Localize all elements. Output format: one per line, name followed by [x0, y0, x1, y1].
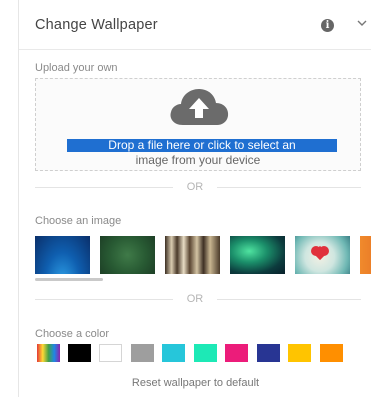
- wallpaper-thumb-blue-ocean[interactable]: [35, 236, 90, 274]
- upload-dropzone[interactable]: Drop a file here or click to select an i…: [35, 78, 361, 171]
- wallpaper-thumb-partial[interactable]: [360, 236, 371, 274]
- scrollbar-thumb[interactable]: [35, 278, 103, 281]
- wallpaper-panel: Change Wallpaper i Upload your own Drop …: [18, 0, 371, 397]
- upload-section-label: Upload your own: [35, 62, 118, 74]
- divider-line: [217, 299, 361, 300]
- upload-instruction-line2: image from your device: [135, 153, 261, 167]
- panel-header: Change Wallpaper i: [19, 0, 371, 50]
- wallpaper-thumb-heart[interactable]: [295, 236, 350, 274]
- swatch-teal[interactable]: [194, 344, 217, 362]
- swatch-orange[interactable]: [320, 344, 343, 362]
- swatch-gray[interactable]: [131, 344, 154, 362]
- or-divider-text: OR: [186, 181, 204, 193]
- divider-line: [217, 187, 361, 188]
- wallpaper-thumb-green-texture[interactable]: [100, 236, 155, 274]
- images-section-label: Choose an image: [35, 215, 122, 227]
- swatch-navy[interactable]: [257, 344, 280, 362]
- swatch-yellow[interactable]: [288, 344, 311, 362]
- thumbnail-scrollbar[interactable]: [35, 278, 371, 281]
- swatch-cyan[interactable]: [162, 344, 185, 362]
- swatch-white[interactable]: [99, 344, 122, 362]
- upload-instruction-line1: Drop a file here or click to select an: [67, 139, 337, 152]
- wallpaper-thumb-aurora[interactable]: [230, 236, 285, 274]
- or-divider-text: OR: [186, 293, 204, 305]
- divider-line: [35, 299, 173, 300]
- colors-section-label: Choose a color: [35, 328, 109, 340]
- chevron-down-icon[interactable]: [355, 16, 369, 30]
- color-swatch-row: [35, 344, 371, 364]
- wallpaper-thumb-forest[interactable]: [165, 236, 220, 274]
- reset-wallpaper-link[interactable]: Reset wallpaper to default: [19, 377, 371, 389]
- cloud-upload-icon: [170, 89, 229, 125]
- divider-line: [35, 187, 173, 188]
- image-thumbnail-strip: [35, 236, 371, 274]
- info-icon[interactable]: i: [321, 19, 334, 32]
- swatch-black[interactable]: [68, 344, 91, 362]
- panel-title: Change Wallpaper: [35, 17, 158, 33]
- swatch-rainbow[interactable]: [37, 344, 60, 362]
- swatch-pink[interactable]: [225, 344, 248, 362]
